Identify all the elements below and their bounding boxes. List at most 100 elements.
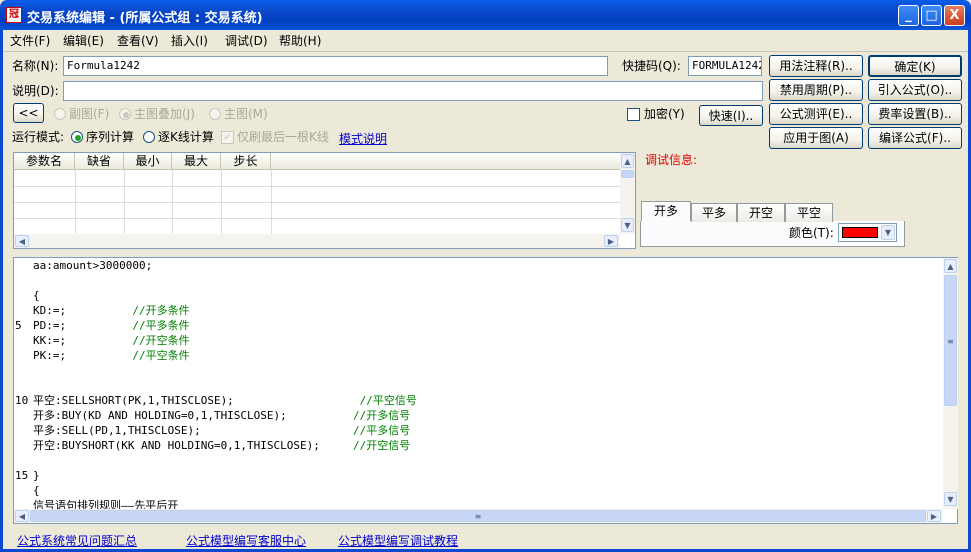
scroll-right-icon[interactable]: ▶ xyxy=(604,235,618,247)
menu-insert[interactable]: 插入(I) xyxy=(171,32,208,50)
shortcut-input[interactable]: FORMULA1242 xyxy=(688,56,762,76)
close-icon[interactable]: X xyxy=(944,5,965,26)
menu-help[interactable]: 帮助(H) xyxy=(279,32,321,50)
evaluate-button[interactable]: 公式测评(E).. xyxy=(769,103,863,125)
faq-link[interactable]: 公式系统常见问题汇总 xyxy=(17,532,137,549)
scroll-right-icon[interactable]: ▶ xyxy=(927,510,941,522)
window-title: 交易系统编辑 - (所属公式组 : 交易系统) xyxy=(27,11,263,26)
radio-sequence[interactable] xyxy=(71,131,83,143)
desc-label: 说明(D): xyxy=(12,84,59,98)
editor-vscroll-thumb[interactable]: ≡ xyxy=(944,275,957,406)
line-number xyxy=(15,483,28,498)
scroll-left-icon[interactable]: ◀ xyxy=(15,235,29,247)
grid-line xyxy=(14,186,620,187)
tab-open-short[interactable]: 开空 xyxy=(737,203,785,222)
param-vscroll-thumb[interactable] xyxy=(621,170,634,178)
line-number: 10 xyxy=(15,394,29,407)
scroll-up-icon[interactable]: ▲ xyxy=(621,154,634,168)
name-input[interactable]: Formula1242 xyxy=(63,56,608,76)
menu-file[interactable]: 文件(F) xyxy=(10,32,50,50)
radio-main-chart[interactable] xyxy=(209,108,221,120)
import-formula-button[interactable]: 引入公式(O).. xyxy=(868,79,962,101)
radio-overlay[interactable] xyxy=(119,108,131,120)
code-line[interactable] xyxy=(33,453,941,468)
usage-note-button[interactable]: 用法注释(R).. xyxy=(769,55,863,77)
code-line[interactable]: 信号语句排列规则——先平后开 xyxy=(33,498,941,509)
code-line[interactable]: KD:=; //开多条件 xyxy=(33,303,941,318)
scroll-up-icon[interactable]: ▲ xyxy=(944,259,957,273)
tab-close-short[interactable]: 平空 xyxy=(785,203,833,222)
tutorial-link[interactable]: 公式模型编写调试教程 xyxy=(338,532,458,549)
line-number-gutter: 5 10 15 xyxy=(14,258,33,509)
grid-line xyxy=(172,170,173,234)
line-number xyxy=(15,348,28,363)
compile-button[interactable]: 编译公式(F).. xyxy=(868,127,962,149)
tab-close-long[interactable]: 平多 xyxy=(691,203,737,222)
color-select[interactable]: ▼ xyxy=(838,223,897,242)
tab-open-long[interactable]: 开多 xyxy=(641,201,691,221)
param-hscrollbar[interactable] xyxy=(14,234,620,248)
disable-period-button[interactable]: 禁用周期(P).. xyxy=(769,79,863,101)
code-line[interactable]: } xyxy=(33,468,941,483)
shortcut-label: 快捷码(Q): xyxy=(622,59,681,73)
apply-to-chart-button[interactable]: 应用于图(A) xyxy=(769,127,863,149)
encrypt-checkbox[interactable] xyxy=(627,108,640,121)
per-bar-label: 逐K线计算 xyxy=(158,130,214,144)
line-number xyxy=(15,258,28,273)
code-line[interactable]: 开多:BUY(KD AND HOLDING=0,1,THISCLOSE); //… xyxy=(33,408,941,423)
line-number xyxy=(15,408,28,423)
mode-help-link[interactable]: 模式说明 xyxy=(339,130,387,147)
scroll-left-icon[interactable]: ◀ xyxy=(15,510,29,522)
scroll-down-icon[interactable]: ▼ xyxy=(621,218,634,232)
param-header-min: 最小 xyxy=(124,153,172,170)
code-line[interactable] xyxy=(33,363,941,378)
param-table[interactable]: 参数名 缺省 最小 最大 步长 ▲ ▼ ◀ ▶ xyxy=(13,152,636,249)
debug-info-label: 调试信息: xyxy=(645,153,698,167)
grid-line xyxy=(221,170,222,234)
menu-view[interactable]: 查看(V) xyxy=(117,32,159,50)
refresh-last-checkbox[interactable]: ✓ xyxy=(221,131,234,144)
fee-settings-button[interactable]: 费率设置(B).. xyxy=(868,103,962,125)
overlay-label: 主图叠加(J) xyxy=(134,107,195,121)
maximize-icon[interactable]: □ xyxy=(921,5,942,26)
line-number xyxy=(15,453,28,468)
code-line[interactable]: 开空:BUYSHORT(KK AND HOLDING=0,1,THISCLOSE… xyxy=(33,438,941,453)
main-chart-label: 主图(M) xyxy=(224,107,268,121)
support-center-link[interactable]: 公式模型编写客服中心 xyxy=(186,532,306,549)
code-line[interactable]: 平空:SELLSHORT(PK,1,THISCLOSE); //平空信号 xyxy=(33,393,941,408)
line-number xyxy=(15,303,28,318)
code-line[interactable]: 平多:SELL(PD,1,THISCLOSE); //平多信号 xyxy=(33,423,941,438)
radio-per-bar[interactable] xyxy=(143,131,155,143)
radio-sub-chart[interactable] xyxy=(54,108,66,120)
minimize-icon[interactable]: _ xyxy=(898,5,919,26)
param-header-default: 缺省 xyxy=(75,153,124,170)
sequence-label: 序列计算 xyxy=(86,130,135,144)
code-line[interactable]: aa:amount>3000000; xyxy=(33,258,941,273)
code-line[interactable]: KK:=; //开空条件 xyxy=(33,333,941,348)
line-number xyxy=(15,273,28,288)
code-line[interactable] xyxy=(33,378,941,393)
code-line[interactable]: { xyxy=(33,288,941,303)
line-number: 15 xyxy=(15,469,29,482)
menu-edit[interactable]: 编辑(E) xyxy=(63,32,104,50)
grid-line xyxy=(14,218,620,219)
scroll-down-icon[interactable]: ▼ xyxy=(944,492,957,506)
code-editor[interactable]: 5 10 15 aa:amount>3000000;{KD:=; //开多条件 PD:… xyxy=(13,257,958,524)
code-line[interactable]: PK:=; //平空条件 xyxy=(33,348,941,363)
line-number xyxy=(15,288,28,303)
code-line[interactable]: PD:=; //平多条件 xyxy=(33,318,941,333)
run-mode-label: 运行模式: xyxy=(12,130,65,144)
code-line[interactable] xyxy=(33,273,941,288)
code-line[interactable]: { xyxy=(33,483,941,498)
param-header-blank xyxy=(271,153,620,170)
grid-line xyxy=(271,170,272,234)
chevron-down-icon[interactable]: ▼ xyxy=(881,225,895,240)
menu-divider xyxy=(3,51,968,52)
menu-debug[interactable]: 调试(D) xyxy=(225,32,268,50)
fast-button[interactable]: 快速(I).. xyxy=(699,105,763,126)
collapse-button[interactable]: << xyxy=(13,103,44,123)
line-number: 5 xyxy=(15,319,22,332)
desc-input[interactable] xyxy=(63,81,763,101)
editor-hscroll-thumb[interactable]: ≡ xyxy=(30,510,926,522)
ok-button[interactable]: 确定(K) xyxy=(868,55,962,77)
